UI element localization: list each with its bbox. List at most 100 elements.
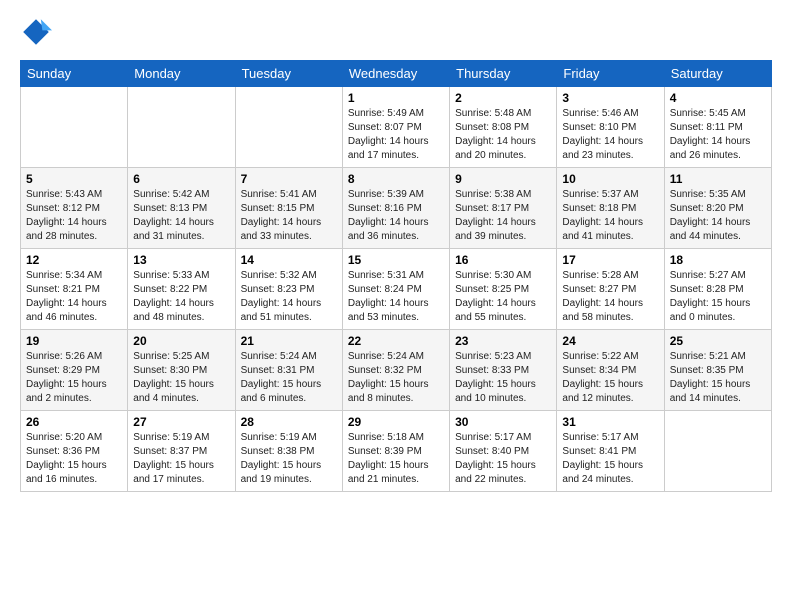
calendar-cell: 20 Sunrise: 5:25 AM Sunset: 8:30 PM Dayli… bbox=[128, 330, 235, 411]
day-header-wednesday: Wednesday bbox=[342, 61, 449, 87]
day-info: Sunrise: 5:18 AM Sunset: 8:39 PM Dayligh… bbox=[348, 431, 444, 487]
day-info: Sunrise: 5:35 AM Sunset: 8:20 PM Dayligh… bbox=[670, 188, 766, 244]
calendar-week-1: 1Sunrise: 5:49 AM Sunset: 8:07 PM Daylig… bbox=[21, 87, 772, 168]
day-info: Sunrise: 5:28 AM Sunset: 8:27 PM Dayligh… bbox=[562, 269, 658, 325]
calendar-cell bbox=[235, 87, 342, 168]
day-number: 14 bbox=[241, 253, 337, 267]
calendar-cell: 17 Sunrise: 5:28 AM Sunset: 8:27 PM Dayli… bbox=[557, 249, 664, 330]
day-info: Sunrise: 5:41 AM Sunset: 8:15 PM Dayligh… bbox=[241, 188, 337, 244]
calendar-cell: 3Sunrise: 5:46 AM Sunset: 8:10 PM Daylig… bbox=[557, 87, 664, 168]
day-info: Sunrise: 5:39 AM Sunset: 8:16 PM Dayligh… bbox=[348, 188, 444, 244]
calendar-cell bbox=[664, 411, 771, 492]
day-info: Sunrise: 5:42 AM Sunset: 8:13 PM Dayligh… bbox=[133, 188, 229, 244]
calendar-cell: 6Sunrise: 5:42 AM Sunset: 8:13 PM Daylig… bbox=[128, 168, 235, 249]
day-info: Sunrise: 5:25 AM Sunset: 8:30 PM Dayligh… bbox=[133, 350, 229, 406]
day-info: Sunrise: 5:33 AM Sunset: 8:22 PM Dayligh… bbox=[133, 269, 229, 325]
day-info: Sunrise: 5:49 AM Sunset: 8:07 PM Dayligh… bbox=[348, 107, 444, 163]
day-number: 21 bbox=[241, 334, 337, 348]
calendar-cell bbox=[21, 87, 128, 168]
day-info: Sunrise: 5:22 AM Sunset: 8:34 PM Dayligh… bbox=[562, 350, 658, 406]
calendar-body: 1Sunrise: 5:49 AM Sunset: 8:07 PM Daylig… bbox=[21, 87, 772, 492]
day-number: 13 bbox=[133, 253, 229, 267]
day-info: Sunrise: 5:27 AM Sunset: 8:28 PM Dayligh… bbox=[670, 269, 766, 325]
day-info: Sunrise: 5:31 AM Sunset: 8:24 PM Dayligh… bbox=[348, 269, 444, 325]
calendar-cell: 19 Sunrise: 5:26 AM Sunset: 8:29 PM Dayli… bbox=[21, 330, 128, 411]
calendar-cell: 4Sunrise: 5:45 AM Sunset: 8:11 PM Daylig… bbox=[664, 87, 771, 168]
day-number: 30 bbox=[455, 415, 551, 429]
calendar-week-4: 19 Sunrise: 5:26 AM Sunset: 8:29 PM Dayli… bbox=[21, 330, 772, 411]
calendar-cell: 12 Sunrise: 5:34 AM Sunset: 8:21 PM Dayli… bbox=[21, 249, 128, 330]
calendar-cell: 26Sunrise: 5:20 AM Sunset: 8:36 PM Dayli… bbox=[21, 411, 128, 492]
day-info: Sunrise: 5:37 AM Sunset: 8:18 PM Dayligh… bbox=[562, 188, 658, 244]
day-header-monday: Monday bbox=[128, 61, 235, 87]
day-number: 12 bbox=[26, 253, 122, 267]
day-number: 3 bbox=[562, 91, 658, 105]
day-number: 20 bbox=[133, 334, 229, 348]
day-number: 29 bbox=[348, 415, 444, 429]
day-info: Sunrise: 5:34 AM Sunset: 8:21 PM Dayligh… bbox=[26, 269, 122, 325]
calendar-cell: 13 Sunrise: 5:33 AM Sunset: 8:22 PM Dayli… bbox=[128, 249, 235, 330]
day-number: 27 bbox=[133, 415, 229, 429]
day-header-thursday: Thursday bbox=[450, 61, 557, 87]
calendar-week-3: 12 Sunrise: 5:34 AM Sunset: 8:21 PM Dayli… bbox=[21, 249, 772, 330]
calendar-cell: 24 Sunrise: 5:22 AM Sunset: 8:34 PM Dayli… bbox=[557, 330, 664, 411]
calendar-week-5: 26Sunrise: 5:20 AM Sunset: 8:36 PM Dayli… bbox=[21, 411, 772, 492]
day-number: 24 bbox=[562, 334, 658, 348]
calendar-header-row: SundayMondayTuesdayWednesdayThursdayFrid… bbox=[21, 61, 772, 87]
header bbox=[20, 16, 772, 48]
day-info: Sunrise: 5:48 AM Sunset: 8:08 PM Dayligh… bbox=[455, 107, 551, 163]
day-number: 22 bbox=[348, 334, 444, 348]
day-number: 8 bbox=[348, 172, 444, 186]
day-number: 11 bbox=[670, 172, 766, 186]
day-number: 25 bbox=[670, 334, 766, 348]
day-number: 10 bbox=[562, 172, 658, 186]
day-info: Sunrise: 5:24 AM Sunset: 8:31 PM Dayligh… bbox=[241, 350, 337, 406]
day-info: Sunrise: 5:38 AM Sunset: 8:17 PM Dayligh… bbox=[455, 188, 551, 244]
calendar-cell: 18 Sunrise: 5:27 AM Sunset: 8:28 PM Dayli… bbox=[664, 249, 771, 330]
day-info: Sunrise: 5:24 AM Sunset: 8:32 PM Dayligh… bbox=[348, 350, 444, 406]
day-info: Sunrise: 5:19 AM Sunset: 8:37 PM Dayligh… bbox=[133, 431, 229, 487]
day-number: 9 bbox=[455, 172, 551, 186]
day-number: 18 bbox=[670, 253, 766, 267]
calendar-week-2: 5 Sunrise: 5:43 AM Sunset: 8:12 PM Daylig… bbox=[21, 168, 772, 249]
calendar-cell: 1Sunrise: 5:49 AM Sunset: 8:07 PM Daylig… bbox=[342, 87, 449, 168]
calendar-cell: 7 Sunrise: 5:41 AM Sunset: 8:15 PM Daylig… bbox=[235, 168, 342, 249]
day-number: 28 bbox=[241, 415, 337, 429]
day-info: Sunrise: 5:17 AM Sunset: 8:40 PM Dayligh… bbox=[455, 431, 551, 487]
calendar-cell: 21 Sunrise: 5:24 AM Sunset: 8:31 PM Dayli… bbox=[235, 330, 342, 411]
day-info: Sunrise: 5:30 AM Sunset: 8:25 PM Dayligh… bbox=[455, 269, 551, 325]
day-number: 31 bbox=[562, 415, 658, 429]
day-info: Sunrise: 5:19 AM Sunset: 8:38 PM Dayligh… bbox=[241, 431, 337, 487]
calendar-cell: 9 Sunrise: 5:38 AM Sunset: 8:17 PM Daylig… bbox=[450, 168, 557, 249]
calendar-cell bbox=[128, 87, 235, 168]
day-header-sunday: Sunday bbox=[21, 61, 128, 87]
day-info: Sunrise: 5:43 AM Sunset: 8:12 PM Dayligh… bbox=[26, 188, 122, 244]
calendar-table: SundayMondayTuesdayWednesdayThursdayFrid… bbox=[20, 60, 772, 492]
calendar-cell: 2 Sunrise: 5:48 AM Sunset: 8:08 PM Daylig… bbox=[450, 87, 557, 168]
day-info: Sunrise: 5:45 AM Sunset: 8:11 PM Dayligh… bbox=[670, 107, 766, 163]
day-number: 26 bbox=[26, 415, 122, 429]
calendar-cell: 23 Sunrise: 5:23 AM Sunset: 8:33 PM Dayli… bbox=[450, 330, 557, 411]
logo-icon bbox=[20, 16, 52, 48]
day-info: Sunrise: 5:17 AM Sunset: 8:41 PM Dayligh… bbox=[562, 431, 658, 487]
day-header-friday: Friday bbox=[557, 61, 664, 87]
day-header-saturday: Saturday bbox=[664, 61, 771, 87]
calendar-cell: 10 Sunrise: 5:37 AM Sunset: 8:18 PM Dayli… bbox=[557, 168, 664, 249]
logo bbox=[20, 16, 56, 48]
day-number: 17 bbox=[562, 253, 658, 267]
page: SundayMondayTuesdayWednesdayThursdayFrid… bbox=[0, 0, 792, 502]
day-number: 2 bbox=[455, 91, 551, 105]
day-info: Sunrise: 5:23 AM Sunset: 8:33 PM Dayligh… bbox=[455, 350, 551, 406]
calendar-cell: 16Sunrise: 5:30 AM Sunset: 8:25 PM Dayli… bbox=[450, 249, 557, 330]
calendar-cell: 8 Sunrise: 5:39 AM Sunset: 8:16 PM Daylig… bbox=[342, 168, 449, 249]
calendar-cell: 25Sunrise: 5:21 AM Sunset: 8:35 PM Dayli… bbox=[664, 330, 771, 411]
day-number: 5 bbox=[26, 172, 122, 186]
day-number: 19 bbox=[26, 334, 122, 348]
day-number: 15 bbox=[348, 253, 444, 267]
day-info: Sunrise: 5:26 AM Sunset: 8:29 PM Dayligh… bbox=[26, 350, 122, 406]
calendar-cell: 14Sunrise: 5:32 AM Sunset: 8:23 PM Dayli… bbox=[235, 249, 342, 330]
calendar-cell: 5 Sunrise: 5:43 AM Sunset: 8:12 PM Daylig… bbox=[21, 168, 128, 249]
day-header-tuesday: Tuesday bbox=[235, 61, 342, 87]
day-number: 23 bbox=[455, 334, 551, 348]
day-number: 7 bbox=[241, 172, 337, 186]
